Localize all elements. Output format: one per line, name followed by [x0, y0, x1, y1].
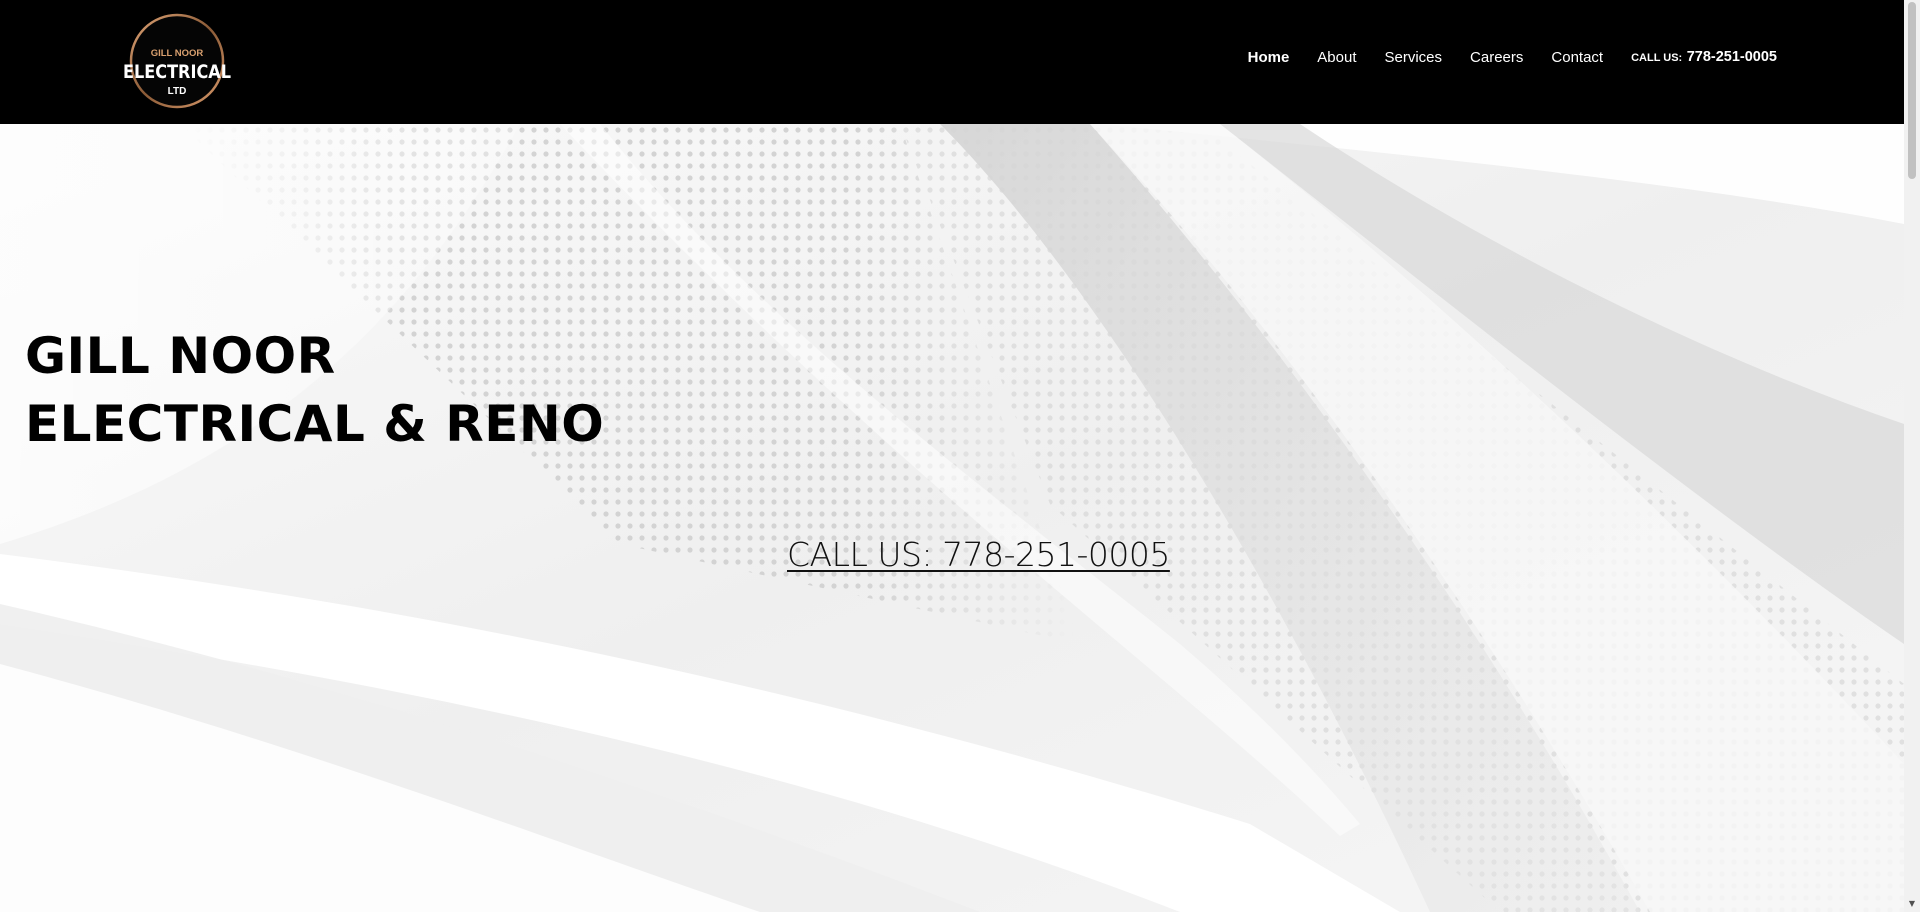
hero-title-line-1: GILL NOOR [25, 327, 336, 385]
hero-section: GILL NOOR ELECTRICAL & RENO CALL US: 778… [0, 124, 1904, 912]
chevron-down-icon[interactable]: ▼ [1904, 898, 1920, 910]
logo-main-text: ELECTRICAL [123, 61, 231, 83]
brand-logo[interactable]: GILL NOOR ELECTRICAL LTD [118, 11, 236, 111]
main-nav: Home About Services Careers Contact CALL… [1220, 48, 1777, 66]
nav-call-prefix: CALL US: [1631, 52, 1683, 64]
logo-top-text: GILL NOOR [151, 48, 204, 59]
nav-call-number: 778-251-0005 [1686, 49, 1777, 65]
nav-call-link[interactable]: CALL US: 778-251-0005 [1631, 48, 1777, 66]
hero-call-link[interactable]: CALL US: 778-251-0005 [787, 535, 1170, 574]
nav-contact[interactable]: Contact [1551, 49, 1603, 66]
hero-title: GILL NOOR ELECTRICAL & RENO [25, 322, 604, 458]
hero-background-image [0, 124, 1904, 912]
site-header: GILL NOOR ELECTRICAL LTD Home About Serv… [0, 0, 1904, 124]
page: GILL NOOR ELECTRICAL LTD Home About Serv… [0, 0, 1920, 912]
nav-careers[interactable]: Careers [1470, 49, 1523, 66]
page-scrollbar[interactable]: ▼ [1904, 0, 1920, 912]
nav-home[interactable]: Home [1248, 49, 1290, 66]
nav-services[interactable]: Services [1385, 49, 1443, 66]
scrollbar-thumb[interactable] [1908, 2, 1916, 179]
hero-title-line-2: ELECTRICAL & RENO [25, 395, 605, 453]
logo-bottom-text: LTD [168, 86, 187, 97]
nav-about[interactable]: About [1317, 49, 1356, 66]
logo-emblem: GILL NOOR ELECTRICAL LTD [123, 13, 231, 109]
